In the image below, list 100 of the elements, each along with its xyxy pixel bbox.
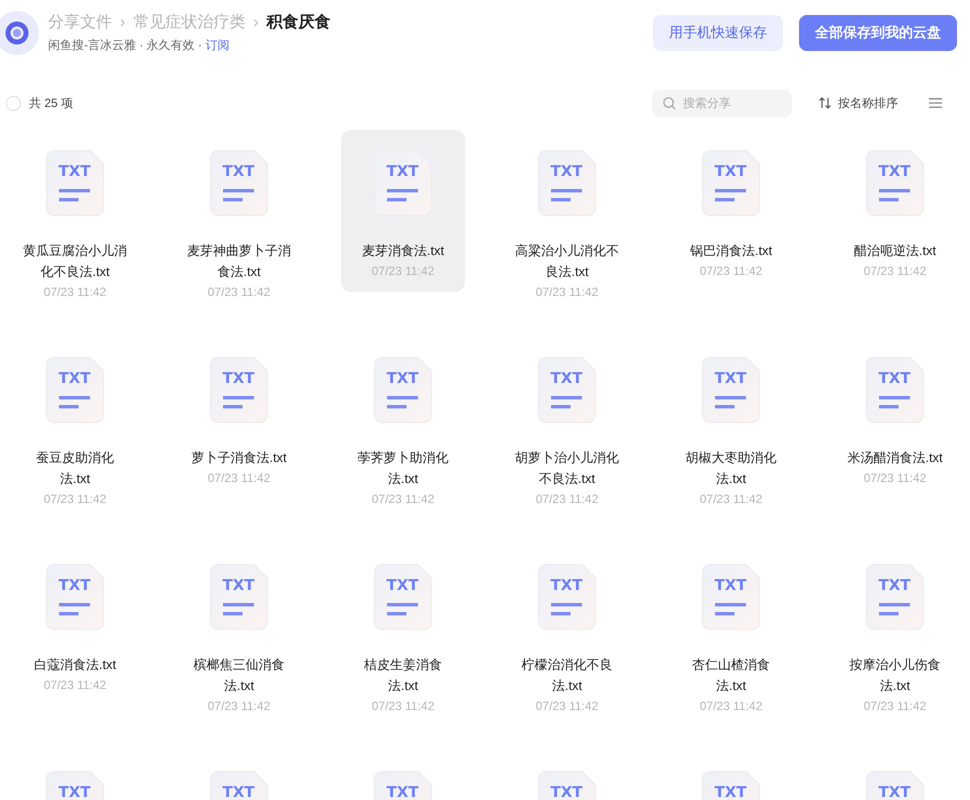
file-date: 07/23 11:42 [536, 491, 598, 508]
file-type-label: TXT [550, 576, 583, 594]
file-name: 槟榔焦三仙消食法.txt [192, 656, 286, 695]
file-name: 醋治呃逆法.txt [852, 242, 938, 260]
file-name: 高粱治小儿消化不良法.txt [514, 242, 620, 281]
file-icon [866, 150, 924, 216]
subscribe-link[interactable]: 订阅 [205, 38, 230, 52]
file-date: 07/23 11:42 [372, 698, 434, 715]
file-name: 萝卜子消食法.txt [190, 449, 288, 467]
file-date: 07/23 11:42 [536, 284, 598, 301]
file-type-label: TXT [386, 783, 419, 800]
sort-button[interactable]: 按名称排序 [818, 94, 898, 112]
file-card[interactable]: TXT 白蔻消食法.txt 07/23 11:42 [13, 544, 137, 706]
file-icon [866, 564, 924, 630]
file-icon [538, 150, 596, 216]
file-name: 米汤醋消食法.txt [846, 449, 944, 467]
file-card[interactable]: TXT 麦芽神曲萝卜子消食法.txt 07/23 11:42 [177, 130, 301, 307]
breadcrumb-current: 积食厌食 [266, 12, 331, 33]
file-date: 07/23 11:42 [208, 284, 270, 301]
file-name: 胡萝卜治小儿消化不良法.txt [514, 449, 620, 488]
file-date: 07/23 11:42 [44, 677, 106, 694]
file-date: 07/23 11:42 [864, 698, 926, 715]
file-name: 麦芽消食法.txt [360, 242, 446, 260]
file-icon [538, 564, 596, 630]
file-icon [374, 564, 432, 630]
file-name: 麦芽神曲萝卜子消食法.txt [186, 242, 292, 281]
file-type-label: TXT [58, 576, 91, 594]
file-card[interactable]: TXT 麦芽消食法.txt 07/23 11:42 [341, 130, 465, 292]
file-date: 07/23 11:42 [700, 491, 762, 508]
file-name: 黄瓜豆腐治小儿消化不良法.txt [22, 242, 128, 281]
file-name: 杏仁山楂消食法.txt [691, 656, 771, 695]
file-card[interactable]: TXT 荸荠萝卜助消化法.txt 07/23 11:42 [341, 337, 465, 514]
file-type-label: TXT [58, 783, 91, 800]
file-card[interactable]: TXT 桔皮生姜消食法.txt 07/23 11:42 [341, 544, 465, 721]
file-type-label: TXT [550, 162, 583, 180]
breadcrumb-separator: › [253, 14, 259, 32]
file-icon [374, 357, 432, 423]
file-name: 胡椒大枣助消化法.txt [684, 449, 778, 488]
sort-icon [818, 96, 832, 110]
file-card[interactable]: TXT 米汤醋消食法.txt 07/23 11:42 [833, 337, 957, 499]
file-card[interactable]: TXT 蚕豆皮助消化法.txt 07/23 11:42 [13, 337, 137, 514]
logo-icon [0, 11, 39, 55]
file-icon [210, 150, 268, 216]
menu-icon[interactable] [928, 97, 943, 109]
file-type-label: TXT [58, 162, 91, 180]
file-icon [866, 357, 924, 423]
file-card[interactable]: TXT 锅巴消食法.txt 07/23 11:42 [669, 130, 793, 292]
file-icon [702, 357, 760, 423]
file-type-label: TXT [222, 783, 255, 800]
file-card[interactable]: TXT 杏仁山楂消食法.txt 07/23 11:42 [669, 544, 793, 721]
file-icon [702, 150, 760, 216]
file-card[interactable]: TXT 醋治呃逆法.txt 07/23 11:42 [833, 130, 957, 292]
file-name: 按摩治小儿伤食法.txt [848, 656, 942, 695]
file-date: 07/23 11:42 [700, 698, 762, 715]
file-date: 07/23 11:42 [372, 491, 434, 508]
file-icon [46, 357, 104, 423]
file-card[interactable]: TXT 柠檬治消化不良法.txt 07/23 11:42 [505, 544, 629, 721]
file-card[interactable]: TXT 槟榔焦三仙消食法.txt 07/23 11:42 [177, 544, 301, 721]
select-all-checkbox[interactable] [6, 96, 21, 110]
file-name: 白蔻消食法.txt [32, 656, 118, 674]
file-type-label: TXT [878, 162, 911, 180]
file-date: 07/23 11:42 [44, 284, 106, 301]
file-card[interactable]: TXT 黄瓜豆腐治小儿消化不良法.txt 07/23 11:42 [13, 130, 137, 307]
file-name: 锅巴消食法.txt [688, 242, 774, 260]
file-icon [538, 357, 596, 423]
file-type-label: TXT [714, 783, 747, 800]
save-all-button[interactable]: 全部保存到我的云盘 [799, 15, 957, 51]
file-card[interactable]: TXT 胡萝卜治小儿消化不良法.txt 07/23 11:42 [505, 337, 629, 514]
file-icon [46, 564, 104, 630]
file-date: 07/23 11:42 [864, 470, 926, 487]
file-date: 07/23 11:42 [372, 263, 434, 280]
search-field[interactable]: 搜索分享 [652, 90, 792, 116]
file-type-label: TXT [714, 162, 747, 180]
file-type-label: TXT [222, 576, 255, 594]
save-button[interactable]: 用手机快速保存 [653, 15, 783, 51]
file-date: 07/23 11:42 [44, 491, 106, 508]
file-type-label: TXT [386, 369, 419, 387]
file-type-label: TXT [222, 369, 255, 387]
file-name: 桔皮生姜消食法.txt [363, 656, 443, 695]
file-type-label: TXT [550, 783, 583, 800]
file-card[interactable]: TXT 萝卜子消食法.txt 07/23 11:42 [177, 337, 301, 499]
file-type-label: TXT [386, 162, 419, 180]
file-name: 柠檬治消化不良法.txt [520, 656, 614, 695]
file-icon [46, 150, 104, 216]
file-type-label: TXT [878, 783, 911, 800]
file-name: 蚕豆皮助消化法.txt [35, 449, 115, 488]
file-card[interactable]: TXT 胡椒大枣助消化法.txt 07/23 11:42 [669, 337, 793, 514]
share-info: 闲鱼搜-言冰云雅 · 永久有效 · [48, 38, 203, 52]
file-type-label: TXT [58, 369, 91, 387]
file-type-label: TXT [550, 369, 583, 387]
file-type-label: TXT [878, 576, 911, 594]
file-date: 07/23 11:42 [536, 698, 598, 715]
file-date: 07/23 11:42 [864, 263, 926, 280]
file-icon [374, 150, 432, 216]
file-card[interactable]: TXT 高粱治小儿消化不良法.txt 07/23 11:42 [505, 130, 629, 307]
file-date: 07/23 11:42 [208, 470, 270, 487]
breadcrumb-separator: › [120, 14, 126, 32]
file-type-label: TXT [878, 369, 911, 387]
file-type-label: TXT [386, 576, 419, 594]
file-card[interactable]: TXT 按摩治小儿伤食法.txt 07/23 11:42 [833, 544, 957, 721]
